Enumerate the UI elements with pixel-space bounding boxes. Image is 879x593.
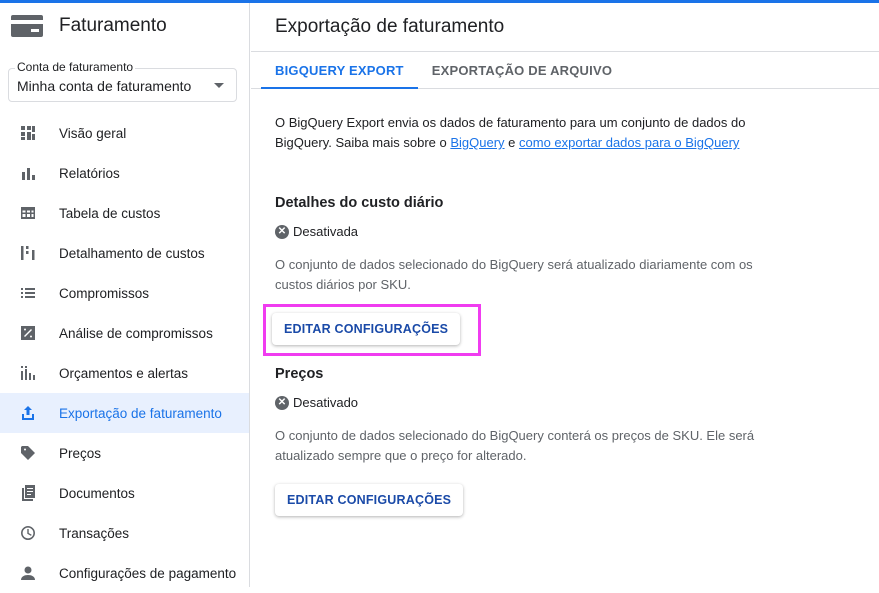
sidebar-item-label: Preços xyxy=(59,445,102,461)
sidebar-item-label: Documentos xyxy=(59,485,135,501)
bigquery-link[interactable]: BigQuery xyxy=(450,135,504,150)
sidebar-item-configuracoes-de-pagamento[interactable]: Configurações de pagamento xyxy=(0,553,249,593)
sidebar-item-label: Exportação de faturamento xyxy=(59,405,222,421)
tab-bar: BIGQUERY EXPORT EXPORTAÇÃO DE ARQUIVO xyxy=(251,52,879,89)
bar-chart-icon xyxy=(20,165,36,181)
clock-icon xyxy=(20,525,36,541)
caret-down-icon xyxy=(214,83,224,88)
sidebar-item-label: Configurações de pagamento xyxy=(59,565,237,581)
tab-bigquery-export[interactable]: BIGQUERY EXPORT xyxy=(261,52,418,89)
edit-settings-button-pricing[interactable]: EDITAR CONFIGURAÇÕES xyxy=(275,484,464,516)
sidebar-item-orcamentos-e-alertas[interactable]: Orçamentos e alertas xyxy=(0,353,249,393)
breakdown-icon xyxy=(20,245,36,261)
percent-icon xyxy=(20,325,36,341)
sidebar-nav: Visão geral Relatórios Tabela de custos … xyxy=(0,113,249,593)
billing-account-select[interactable]: Conta de faturamento Minha conta de fatu… xyxy=(8,60,237,102)
edit-settings-button-daily-cost[interactable]: EDITAR CONFIGURAÇÕES xyxy=(272,313,461,345)
section-description-daily-cost: O conjunto de dados selecionado do BigQu… xyxy=(275,257,753,292)
sidebar-item-exportacao-de-faturamento[interactable]: Exportação de faturamento xyxy=(0,393,249,433)
budget-icon xyxy=(20,365,36,381)
intro-text-part: e xyxy=(504,135,520,150)
sidebar-item-analise-de-compromissos[interactable]: Análise de compromissos xyxy=(0,313,249,353)
sidebar-item-label: Transações xyxy=(59,525,130,541)
table-icon xyxy=(20,205,36,221)
tag-icon xyxy=(20,445,36,461)
dashboard-icon xyxy=(20,125,36,141)
person-icon xyxy=(20,565,36,581)
upload-icon xyxy=(20,405,36,421)
billing-account-label: Conta de faturamento xyxy=(15,60,136,74)
section-title-daily-cost: Detalhes do custo diário xyxy=(275,195,444,211)
sidebar-item-visao-geral[interactable]: Visão geral xyxy=(0,113,249,153)
list-icon xyxy=(20,285,36,301)
sidebar-item-label: Compromissos xyxy=(59,285,150,301)
status-label: Desativada xyxy=(293,224,359,239)
sidebar-item-label: Visão geral xyxy=(59,125,127,141)
billing-account-value: Minha conta de faturamento xyxy=(17,78,192,94)
page-title: Exportação de faturamento xyxy=(251,3,879,52)
sidebar-item-transacoes[interactable]: Transações xyxy=(0,513,249,553)
sidebar-item-label: Análise de compromissos xyxy=(59,325,213,341)
sidebar-item-label: Detalhamento de custos xyxy=(59,245,205,261)
status-pricing: ✕ Desativado xyxy=(275,395,879,410)
intro-text: O BigQuery Export envia os dados de fatu… xyxy=(275,113,755,153)
tab-content: O BigQuery Export envia os dados de fatu… xyxy=(251,89,879,516)
status-daily-cost: ✕ Desativada xyxy=(275,224,879,239)
document-icon xyxy=(20,485,36,501)
sidebar-item-detalhamento-de-custos[interactable]: Detalhamento de custos xyxy=(0,233,249,273)
credit-card-icon xyxy=(11,15,43,37)
sidebar-item-label: Relatórios xyxy=(59,165,120,181)
disabled-icon: ✕ xyxy=(275,224,289,239)
sidebar-item-label: Tabela de custos xyxy=(59,205,161,221)
section-title-pricing: Preços xyxy=(275,366,324,382)
sidebar-item-compromissos[interactable]: Compromissos xyxy=(0,273,249,313)
sidebar-item-tabela-de-custos[interactable]: Tabela de custos xyxy=(0,193,249,233)
sidebar-item-documentos[interactable]: Documentos xyxy=(0,473,249,513)
highlight-box: EDITAR CONFIGURAÇÕES xyxy=(262,304,482,356)
status-label: Desativado xyxy=(293,395,359,410)
section-description-pricing: O conjunto de dados selecionado do BigQu… xyxy=(275,428,755,463)
main-content: Exportação de faturamento BIGQUERY EXPOR… xyxy=(251,3,879,587)
export-docs-link[interactable]: como exportar dados para o BigQuery xyxy=(519,135,739,150)
button-wrap: EDITAR CONFIGURAÇÕES xyxy=(275,484,464,516)
sidebar: Faturamento Conta de faturamento Minha c… xyxy=(0,3,250,587)
sidebar-item-label: Orçamentos e alertas xyxy=(59,365,189,381)
sidebar-header: Faturamento xyxy=(0,3,249,49)
sidebar-item-precos[interactable]: Preços xyxy=(0,433,249,473)
sidebar-title: Faturamento xyxy=(59,15,167,36)
disabled-icon: ✕ xyxy=(275,395,289,410)
sidebar-item-relatorios[interactable]: Relatórios xyxy=(0,153,249,193)
tab-exportacao-de-arquivo[interactable]: EXPORTAÇÃO DE ARQUIVO xyxy=(418,52,626,88)
